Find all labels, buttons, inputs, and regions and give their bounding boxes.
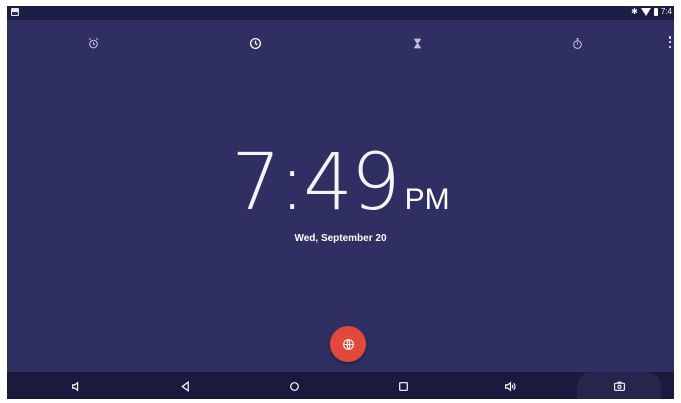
screenshot-icon bbox=[613, 381, 625, 391]
tab-stopwatch[interactable] bbox=[566, 32, 588, 54]
clock-date: Wed, September 20 bbox=[294, 233, 387, 244]
stopwatch-icon bbox=[572, 37, 582, 49]
status-bar: ✱ 7:4 bbox=[7, 6, 674, 20]
hourglass-icon bbox=[413, 38, 421, 48]
status-time: 7:4 bbox=[660, 7, 672, 16]
clock-ampm: PM bbox=[404, 183, 450, 216]
bluetooth-icon: ✱ bbox=[631, 7, 638, 16]
alarm-icon bbox=[88, 37, 98, 48]
volume-down-icon bbox=[71, 380, 78, 392]
status-icons: ✱ 7:4 bbox=[631, 7, 672, 16]
back-button[interactable] bbox=[177, 378, 193, 394]
tab-timer[interactable] bbox=[406, 32, 428, 54]
volume-up-button[interactable] bbox=[502, 378, 518, 394]
wifi-icon bbox=[640, 7, 651, 16]
volume-up-icon bbox=[504, 380, 516, 392]
tab-alarm[interactable] bbox=[82, 32, 104, 54]
clock-icon bbox=[249, 37, 261, 49]
globe-icon bbox=[342, 338, 354, 350]
clock-app-screen: ✱ 7:4 7:49 PM Wed, September 20 bbox=[7, 6, 674, 399]
tab-clock[interactable] bbox=[244, 32, 266, 54]
clock-time: 7:49 bbox=[231, 138, 400, 228]
home-icon bbox=[289, 381, 299, 391]
screenshot-button[interactable] bbox=[611, 378, 627, 394]
volume-down-button[interactable] bbox=[68, 378, 84, 394]
recents-icon bbox=[398, 381, 408, 391]
battery-icon bbox=[653, 7, 658, 16]
digital-clock: 7:49 PM bbox=[7, 138, 674, 228]
navigation-bar bbox=[7, 372, 674, 399]
notification-icon bbox=[11, 8, 19, 16]
world-clock-button[interactable] bbox=[330, 326, 366, 362]
back-icon bbox=[180, 380, 189, 392]
home-button[interactable] bbox=[286, 378, 302, 394]
recents-button[interactable] bbox=[395, 378, 411, 394]
overflow-menu-button[interactable] bbox=[668, 36, 672, 48]
